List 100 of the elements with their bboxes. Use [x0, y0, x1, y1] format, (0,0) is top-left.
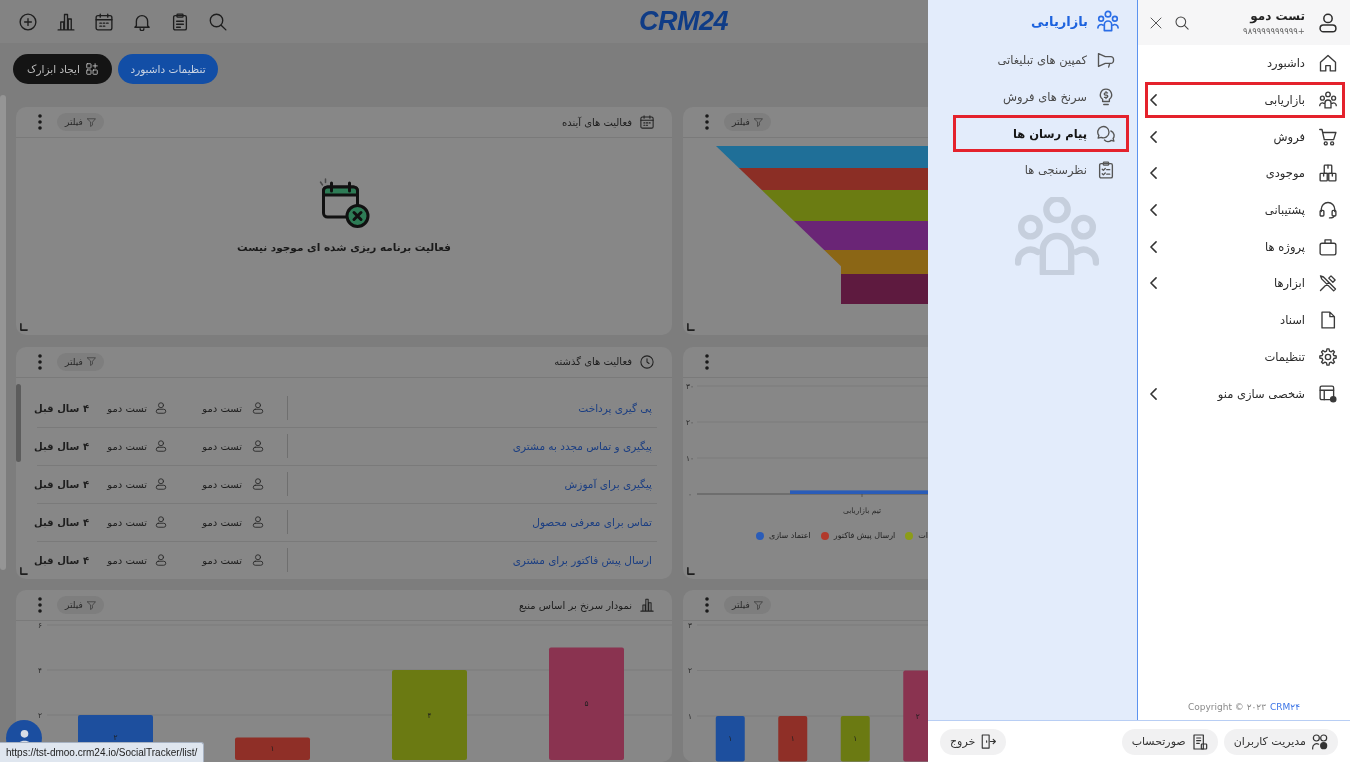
time-ago: ۴ سال قبل [34, 440, 89, 452]
boxes-icon [1319, 164, 1337, 183]
calendar-icon [640, 115, 654, 129]
people-icon [1319, 91, 1337, 110]
user-name: تست دمو [202, 478, 242, 490]
clock-icon [640, 354, 654, 369]
submenu-item[interactable]: سرنخ های فروش [953, 78, 1129, 116]
phone-number: ۹۸۹۹۹۹۹۹۹۹۹۹+ [1243, 26, 1305, 36]
resize-handle-icon[interactable] [687, 323, 695, 331]
filter-chip[interactable]: فیلتر [724, 596, 771, 614]
filter-icon [753, 117, 763, 127]
menu-item[interactable]: پشتیبانی [1145, 191, 1345, 229]
logout-button[interactable]: خروج [940, 728, 1007, 755]
menu-item[interactable]: فروش [1145, 118, 1345, 156]
kebab-menu-icon[interactable] [38, 597, 42, 613]
user-name: تست دمو [107, 440, 147, 452]
user-name: تست دمو [202, 402, 242, 414]
kebab-menu-icon[interactable] [705, 353, 709, 370]
lightbulb-icon [1097, 88, 1115, 107]
calendar-x-icon [318, 178, 370, 228]
menu-item[interactable]: ابزارها [1145, 265, 1345, 302]
submenu-item[interactable]: کمپین های تبلیغاتی [953, 42, 1129, 79]
document-icon [1319, 311, 1337, 330]
widget-title: فعالیت های آینده [561, 116, 632, 128]
plus-circle-icon[interactable] [19, 12, 37, 31]
menu-item[interactable]: موجودی [1145, 155, 1345, 192]
submenu-item[interactable]: نظرسنجی ها [953, 152, 1129, 189]
filter-chip[interactable]: فیلتر [57, 113, 104, 131]
resize-handle-icon[interactable] [20, 323, 28, 331]
user-name: تست دمو [202, 554, 242, 566]
kebab-menu-icon[interactable] [705, 597, 709, 613]
search-icon[interactable] [1175, 15, 1189, 30]
user-name: تست دمو [107, 554, 147, 566]
copyright-text: Copyright © ۲۰۲۳ [1188, 702, 1267, 712]
clipboard-icon[interactable] [171, 12, 189, 31]
kebab-menu-icon[interactable] [38, 114, 42, 130]
time-ago: ۴ سال قبل [34, 478, 89, 490]
filter-chip[interactable]: فیلتر [57, 596, 104, 614]
filter-icon [86, 357, 96, 366]
user-icon [252, 478, 264, 490]
filter-icon [86, 117, 96, 127]
copyright-link[interactable]: CRM۲۴ [1270, 702, 1300, 712]
user-icon [252, 402, 264, 414]
filter-chip[interactable]: فیلتر [57, 352, 104, 371]
kebab-menu-icon[interactable] [705, 114, 709, 130]
scrollbar[interactable] [16, 383, 21, 462]
menu-item[interactable]: تنظیمات [1145, 338, 1345, 376]
bell-icon[interactable] [133, 12, 151, 31]
menu-item[interactable]: بازاریابی [1145, 81, 1345, 119]
user-name: تست دمو [107, 478, 147, 490]
menu-item[interactable]: پروژه ها [1145, 228, 1345, 266]
grid-plus-icon [85, 63, 98, 75]
menu-item[interactable]: داشبورد [1145, 45, 1345, 82]
add-widget-button[interactable]: ایجاد ابزارک [13, 54, 112, 84]
widget-title: نمودار سرنخ بر اساس منبع [518, 599, 632, 611]
submenu-item[interactable]: پیام رسان ها [953, 115, 1129, 153]
bar-chart-icon[interactable] [57, 12, 75, 31]
widget-title: فعالیت های گذشته [554, 356, 632, 367]
footer-button[interactable]: مدیریت کاربران [1223, 728, 1338, 755]
headset-icon [1319, 201, 1337, 220]
footer-button[interactable]: صورتحساب [1121, 728, 1218, 755]
time-ago: ۴ سال قبل [34, 554, 89, 566]
logo: CRM24 [638, 6, 728, 37]
chat-bubbles-icon [1097, 124, 1115, 143]
briefcase-icon [1319, 237, 1337, 256]
home-icon [1319, 54, 1337, 73]
menu-item[interactable]: شخصی سازی منو [1145, 375, 1345, 412]
clipboard-check-icon [1097, 161, 1115, 180]
search-icon[interactable] [209, 12, 227, 31]
time-ago: ۴ سال قبل [34, 516, 89, 528]
user-name: تست دمو [107, 516, 147, 528]
legend-label: ات [918, 531, 928, 540]
calendar-icon[interactable] [95, 12, 113, 31]
submenu-title: بازاریابی [1031, 13, 1088, 29]
user-icon [155, 440, 167, 452]
resize-handle-icon[interactable] [20, 566, 28, 575]
kebab-menu-icon[interactable] [38, 353, 42, 370]
user-icon [1318, 12, 1338, 33]
users-icon [1312, 733, 1328, 750]
cart-icon [1319, 127, 1337, 146]
tools-icon [1319, 274, 1337, 293]
user-name: تست دمو [1250, 9, 1305, 23]
resize-handle-icon[interactable] [687, 566, 695, 575]
filter-icon [86, 600, 96, 610]
scrollbar[interactable] [0, 95, 6, 570]
user-icon [155, 402, 167, 414]
user-icon [155, 478, 167, 490]
close-icon[interactable] [1150, 16, 1162, 29]
bar-chart-icon [640, 598, 654, 612]
user-icon [252, 554, 264, 566]
layout-icon [1319, 384, 1337, 403]
filter-chip[interactable]: فیلتر [724, 113, 771, 131]
menu-item[interactable]: اسناد [1145, 301, 1345, 339]
legend-label: ارسال پیش فاکتور [833, 531, 896, 540]
filter-icon [753, 600, 763, 610]
legend-label: اعتماد سازی [768, 531, 811, 540]
user-name: تست دمو [202, 440, 242, 452]
time-ago: ۴ سال قبل [34, 402, 89, 414]
settings-button[interactable]: تنظیمات داشبورد [118, 54, 218, 84]
status-url-tooltip: https://tst-dmoo.crm24.io/SocialTracker/list/ [0, 742, 205, 762]
